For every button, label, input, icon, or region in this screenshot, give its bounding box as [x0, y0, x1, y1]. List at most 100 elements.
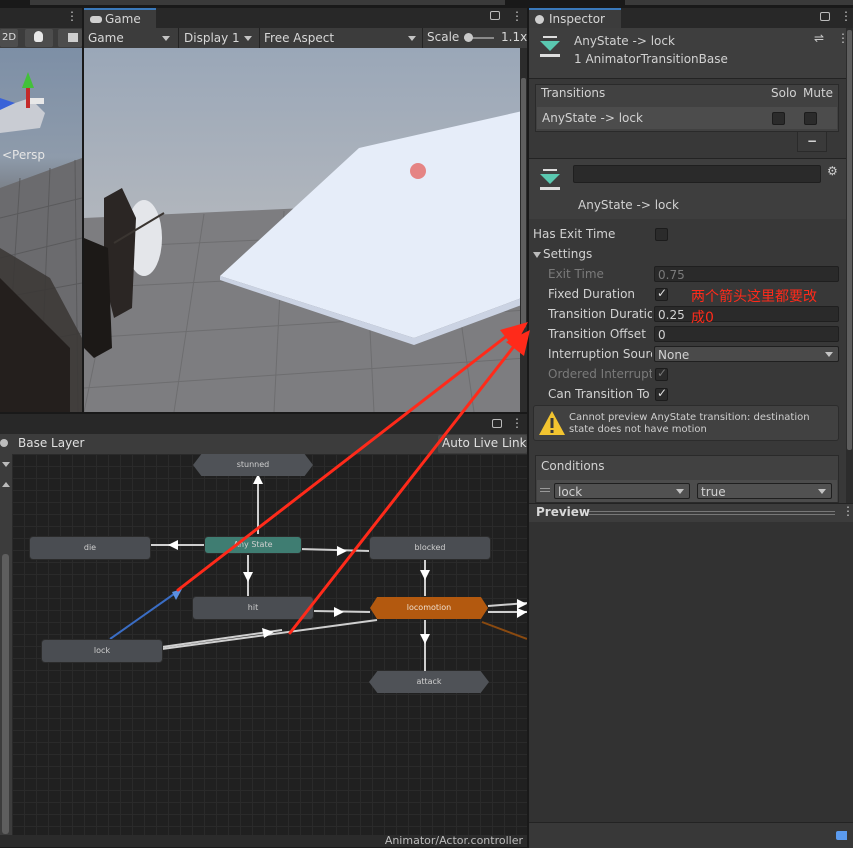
inspector-scrollbar[interactable] [846, 28, 853, 503]
inspector-footer [529, 822, 853, 848]
state-node-lock[interactable]: lock [42, 640, 162, 662]
interruption-source-label: Interruption Source [548, 347, 652, 361]
tab-inspector[interactable]: Inspector [529, 8, 621, 28]
scale-slider-handle[interactable] [464, 33, 473, 42]
mute-header: Mute [803, 86, 834, 100]
state-node-locomotion[interactable]: locomotion [370, 597, 488, 619]
transition-row[interactable]: AnyState -> lock [537, 107, 837, 129]
aspect-value: Free Aspect [264, 31, 335, 45]
layers-sidebar-strip [0, 454, 12, 835]
lock-icon[interactable] [490, 11, 500, 20]
settings-foldout[interactable]: Settings [543, 247, 592, 261]
separator [422, 28, 423, 48]
scene-viewport[interactable]: <Persp [0, 48, 82, 412]
inspector-tabbar: Inspector ⋮ [529, 8, 853, 28]
condition-parameter-dropdown[interactable]: lock [554, 483, 690, 499]
display-mode-dropdown[interactable]: Game [88, 30, 172, 46]
gear-icon[interactable]: ⚙ [827, 164, 838, 178]
game-graphics [84, 48, 527, 412]
chevron-down-icon [408, 36, 416, 41]
aspect-dropdown[interactable]: Free Aspect [264, 30, 418, 46]
scale-slider[interactable] [464, 33, 494, 42]
chevron-down-icon [244, 36, 252, 41]
exit-time-field[interactable]: 0.75 [654, 266, 839, 282]
separator [259, 28, 260, 48]
base-layer-breadcrumb[interactable]: Base Layer [12, 434, 108, 454]
scroll-up-icon[interactable] [2, 482, 10, 487]
state-node-attack[interactable]: attack [369, 671, 489, 693]
transition-detail: ⚙ AnyState -> lock [529, 158, 846, 219]
interruption-source-dropdown[interactable]: None [654, 346, 839, 362]
controller-path: Animator/Actor.controller [384, 834, 523, 847]
warning-box: Cannot preview AnyState transition: dest… [533, 405, 839, 441]
warning-icon [539, 411, 565, 435]
lighting-toggle-button[interactable] [25, 29, 53, 47]
more-menu-icon[interactable]: ⋮ [511, 416, 523, 430]
lock-icon[interactable] [492, 419, 502, 428]
more-menu-icon[interactable]: ⋮ [511, 9, 523, 23]
remove-transition-button[interactable]: − [797, 132, 827, 152]
transition-name-label: AnyState -> lock [578, 198, 679, 212]
eye-icon[interactable] [0, 439, 8, 447]
chevron-down-icon[interactable] [2, 462, 10, 467]
exit-time-label: Exit Time [548, 267, 604, 281]
transitions-list: Transitions Solo Mute AnyState -> lock [535, 84, 839, 132]
display-dropdown[interactable]: Display 1 [184, 30, 254, 46]
solo-checkbox[interactable] [772, 112, 785, 125]
condition-parameter-value: lock [558, 485, 583, 499]
preset-icon[interactable]: ⇌ [814, 31, 824, 45]
ordered-interruption-checkbox[interactable] [655, 366, 668, 381]
sidebar-scroll-thumb[interactable] [2, 554, 9, 834]
scene-toolbar: 2D [0, 28, 82, 48]
condition-value-value: true [701, 485, 726, 499]
game-viewport[interactable] [84, 48, 527, 412]
transition-name-field[interactable] [573, 165, 821, 183]
settings-foldout-arrow[interactable] [533, 252, 541, 258]
can-transition-label: Can Transition To Self [548, 387, 652, 401]
auto-live-link-button[interactable]: Auto Live Link [438, 435, 527, 453]
gamepad-icon [90, 16, 102, 23]
chevron-down-icon [162, 36, 170, 41]
inspector-scrollbar-thumb[interactable] [847, 30, 852, 450]
audio-toggle-button[interactable] [58, 29, 82, 47]
persp-label[interactable]: <Persp [2, 148, 45, 162]
state-node-blocked[interactable]: blocked [370, 537, 490, 559]
can-transition-checkbox[interactable] [655, 386, 668, 401]
game-scrollbar-thumb[interactable] [521, 78, 526, 328]
lock-icon[interactable] [820, 12, 830, 21]
state-node-hit[interactable]: hit [193, 597, 313, 619]
tag-icon[interactable] [836, 831, 847, 840]
tab-inspector-label: Inspector [549, 12, 605, 26]
preview-label: Preview [536, 505, 591, 519]
state-node-any-state[interactable]: Any State [205, 537, 301, 553]
state-node-stunned[interactable]: stunned [193, 454, 313, 476]
has-exit-time-label: Has Exit Time [533, 227, 616, 241]
condition-row[interactable]: lock true [537, 480, 837, 502]
condition-value-dropdown[interactable]: true [697, 483, 832, 499]
annotation-text: 两个箭头这里都要改 成0 [691, 287, 841, 329]
more-menu-icon[interactable]: ⋮ [842, 504, 853, 518]
state-node-die[interactable]: die [30, 537, 150, 559]
fixed-duration-checkbox[interactable] [655, 286, 668, 301]
preview-bar[interactable]: Preview ⋮ [529, 503, 853, 523]
tab-game[interactable]: Game [84, 8, 156, 28]
info-icon [535, 15, 544, 24]
game-scrollbar[interactable] [520, 48, 527, 412]
warning-text: Cannot preview AnyState transition: dest… [569, 412, 810, 435]
display-value: Display 1 [184, 31, 240, 45]
2d-toggle-button[interactable]: 2D [0, 29, 18, 47]
more-menu-icon[interactable]: ⋮ [66, 9, 78, 23]
inspector-header: AnyState -> lock 1 AnimatorTransitionBas… [529, 28, 853, 79]
chevron-down-icon [676, 489, 684, 494]
animator-graph[interactable]: stunned die Any State blocked hit locomo… [12, 454, 527, 835]
conditions-header: Conditions [541, 459, 605, 473]
audio-icon [68, 33, 78, 42]
drag-handle-icon[interactable] [540, 488, 550, 489]
more-menu-icon[interactable]: ⋮ [840, 9, 852, 23]
mute-checkbox[interactable] [804, 112, 817, 125]
animator-breadcrumb-bar: Base Layer Auto Live Link [0, 434, 527, 454]
drag-handle-icon [589, 511, 835, 512]
header-subtitle: 1 AnimatorTransitionBase [574, 52, 728, 66]
transition-icon [539, 36, 561, 58]
has-exit-time-checkbox[interactable] [655, 228, 668, 241]
